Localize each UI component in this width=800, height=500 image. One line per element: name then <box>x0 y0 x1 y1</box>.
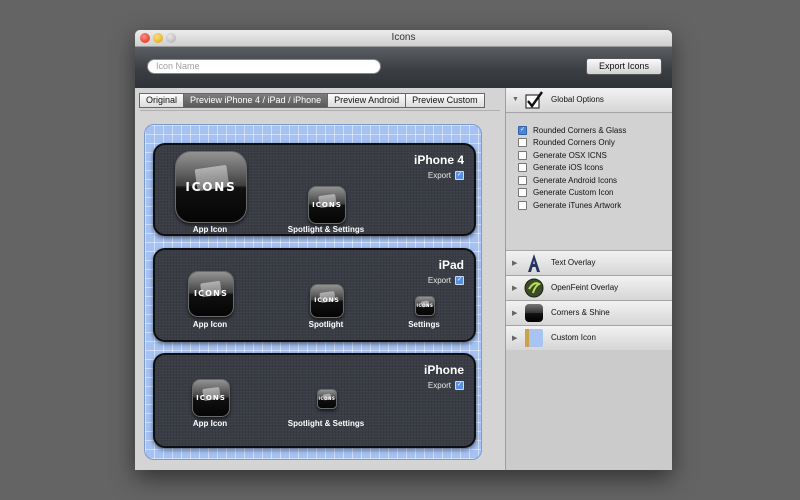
spotlight-icon-preview: ICONS <box>317 389 337 409</box>
export-checkbox[interactable]: ✓ <box>455 381 464 390</box>
export-checkbox[interactable]: ✓ <box>455 171 464 180</box>
export-label: Export <box>427 171 451 180</box>
options-sidebar: ▼ Global Options ✓ Rounded Corners & Glas… <box>505 88 672 470</box>
panel-iphone4: iPhone 4 Export ✓ ICONS App Icon ICONS S… <box>153 143 476 236</box>
export-label: Export <box>427 276 451 285</box>
preview-grid: iPhone 4 Export ✓ ICONS App Icon ICONS S… <box>144 124 482 460</box>
panel-iphone: iPhone Export ✓ ICONS App Icon ICONS Spo… <box>153 353 476 448</box>
icon-label: Spotlight & Settings <box>287 419 365 428</box>
disclosure-closed-icon[interactable]: ▶ <box>512 284 517 292</box>
section-text-overlay[interactable]: ▶ Text Overlay <box>506 251 672 276</box>
disclosure-closed-icon[interactable]: ▶ <box>512 309 517 317</box>
icon-label: App Icon <box>192 225 228 234</box>
openfeint-icon <box>524 278 544 298</box>
section-label: Custom Icon <box>551 333 596 342</box>
disclosure-closed-icon[interactable]: ▶ <box>512 259 517 267</box>
export-toggle[interactable]: Export ✓ <box>428 171 464 180</box>
section-label: Global Options <box>551 95 604 104</box>
app-icon-preview: ICONS <box>188 271 234 317</box>
panel-ipad: iPad Export ✓ ICONS App Icon ICONS Spotl… <box>153 248 476 342</box>
icon-label: App Icon <box>192 419 228 428</box>
option-itunes-artwork[interactable]: Generate iTunes Artwork <box>518 201 621 210</box>
spotlight-icon-preview: ICONS <box>310 284 344 318</box>
spotlight-icon-preview: ICONS <box>308 186 346 224</box>
section-label: OpenFeint Overlay <box>551 283 619 292</box>
option-checkbox[interactable] <box>518 151 527 160</box>
section-corners-shine[interactable]: ▶ Corners & Shine <box>506 301 672 326</box>
custom-icon-icon <box>525 329 543 347</box>
section-global-options[interactable]: ▼ Global Options <box>506 88 672 113</box>
option-checkbox[interactable] <box>518 176 527 185</box>
section-custom-icon[interactable]: ▶ Custom Icon <box>506 326 672 351</box>
option-checkbox[interactable]: ✓ <box>518 126 527 135</box>
app-icon-preview: ICONS <box>175 151 247 223</box>
option-rounded-only[interactable]: Rounded Corners Only <box>518 138 615 147</box>
checkbox-icon <box>525 91 543 109</box>
sidebar-empty-area <box>506 350 672 470</box>
disclosure-open-icon[interactable]: ▼ <box>512 96 519 103</box>
icon-label: App Icon <box>192 320 228 329</box>
export-icons-button[interactable]: Export Icons <box>586 58 662 75</box>
divider <box>140 110 500 111</box>
option-checkbox[interactable] <box>518 188 527 197</box>
option-rounded-glass[interactable]: ✓ Rounded Corners & Glass <box>518 126 626 135</box>
corners-shine-icon <box>525 304 543 322</box>
title-bar[interactable]: Icons <box>135 30 672 47</box>
tab-original[interactable]: Original <box>139 93 185 108</box>
panel-title: iPhone <box>423 363 464 377</box>
tab-preview-iphone[interactable]: Preview iPhone 4 / iPad / iPhone <box>183 93 329 108</box>
option-osx-icns[interactable]: Generate OSX ICNS <box>518 151 607 160</box>
export-label: Export <box>427 381 451 390</box>
window-title: Icons <box>391 32 416 43</box>
toolbar: Export Icons <box>135 47 672 88</box>
letter-a-icon <box>528 254 540 272</box>
preview-area: Original Preview iPhone 4 / iPad / iPhon… <box>135 88 505 470</box>
section-openfeint-overlay[interactable]: ▶ OpenFeint Overlay <box>506 276 672 301</box>
icon-label: Spotlight <box>308 320 344 329</box>
preview-tabs: Original Preview iPhone 4 / iPad / iPhon… <box>139 93 485 108</box>
export-toggle[interactable]: Export ✓ <box>428 276 464 285</box>
global-options-list: ✓ Rounded Corners & Glass Rounded Corners… <box>506 114 672 251</box>
icon-name-input[interactable] <box>147 59 381 74</box>
section-label: Corners & Shine <box>551 308 610 317</box>
panel-title: iPhone 4 <box>413 153 464 167</box>
app-window: Icons Export Icons Original Preview iPho… <box>135 30 672 470</box>
icon-label: Settings <box>408 320 440 329</box>
disclosure-closed-icon[interactable]: ▶ <box>512 334 517 342</box>
export-checkbox[interactable]: ✓ <box>455 276 464 285</box>
option-ios-icons[interactable]: Generate iOS Icons <box>518 163 603 172</box>
tab-preview-android[interactable]: Preview Android <box>327 93 407 108</box>
option-checkbox[interactable] <box>518 138 527 147</box>
option-checkbox[interactable] <box>518 201 527 210</box>
tab-preview-custom[interactable]: Preview Custom <box>405 93 485 108</box>
app-icon-preview: ICONS <box>192 379 230 417</box>
option-checkbox[interactable] <box>518 163 527 172</box>
settings-icon-preview: ICONS <box>415 296 435 316</box>
panel-title: iPad <box>438 258 464 272</box>
section-label: Text Overlay <box>551 258 596 267</box>
export-toggle[interactable]: Export ✓ <box>428 381 464 390</box>
icon-label: Spotlight & Settings <box>287 225 365 234</box>
option-android-icons[interactable]: Generate Android Icons <box>518 176 617 185</box>
option-custom-icon[interactable]: Generate Custom Icon <box>518 188 613 197</box>
